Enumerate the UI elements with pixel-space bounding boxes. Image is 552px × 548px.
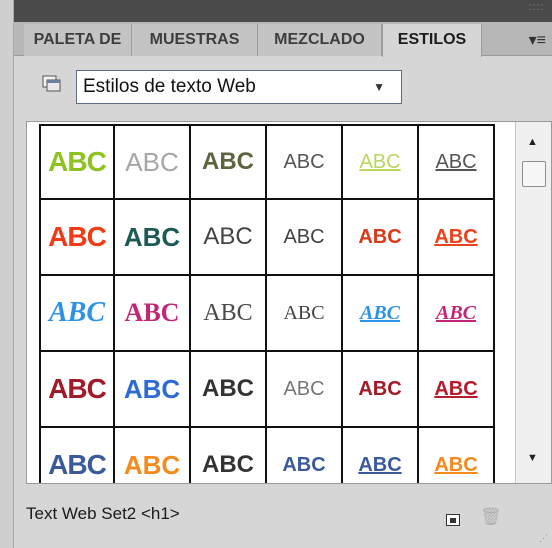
style-swatch[interactable]: ABC [343,428,419,483]
style-swatch-label: ABC [359,150,401,173]
style-swatch-label: ABC [123,449,181,480]
style-swatch-label: ABC [283,301,325,324]
style-swatch[interactable]: ABC [419,124,495,200]
style-swatch-label: ABC [48,146,107,177]
style-swatch-label: ABC [283,150,325,173]
tab-mezclado[interactable]: MEZCLADO [258,24,382,56]
style-swatch[interactable]: ABC [191,200,267,276]
style-swatch[interactable]: ABC [39,200,115,276]
scroll-down-arrow-icon[interactable]: ▼ [527,452,538,464]
style-swatch-label: ABC [48,373,107,404]
style-swatch-label: ABC [358,377,402,400]
style-swatch-label: ABC [435,301,477,324]
style-swatch[interactable]: ABC [191,276,267,352]
style-swatch[interactable]: ABC [191,428,267,483]
style-swatch[interactable]: ABC [267,428,343,483]
style-swatch-label: ABC [359,301,401,324]
tab-muestras[interactable]: MUESTRAS [132,24,258,56]
style-swatch-label: ABC [283,225,325,248]
style-swatch[interactable]: ABC [115,276,191,352]
style-swatch[interactable]: ABC [267,352,343,428]
style-swatch-label: ABC [435,150,477,173]
style-set-value: Estilos de texto Web [83,76,256,97]
panel-menu-icon[interactable]: ▾≡ [529,30,546,50]
style-swatch-label: ABC [358,225,402,248]
style-swatch-label: ABC [434,453,478,476]
style-swatch[interactable]: ABC [419,200,495,276]
style-swatch[interactable]: ABC [419,276,495,352]
style-swatch[interactable]: ABC [115,124,191,200]
style-swatch[interactable]: ABC [343,200,419,276]
style-swatch-label: ABC [48,221,107,252]
style-swatch[interactable]: ABC [39,276,115,352]
style-swatch-label: ABC [282,453,326,476]
style-swatch[interactable]: ABC [267,276,343,352]
style-swatch-label: ABC [124,298,180,327]
style-swatch-label: ABC [48,297,106,328]
style-swatch[interactable]: ABC [39,352,115,428]
resize-grip-icon[interactable]: ⋰ [539,533,548,544]
style-swatch-label: ABC [434,377,478,400]
drag-grip-icon[interactable]: :::: [529,2,544,13]
style-swatch[interactable]: ABC [419,428,495,483]
scroll-thumb[interactable] [522,161,546,187]
style-swatch-label: ABC [202,451,254,478]
chevron-down-icon: ▼ [373,80,385,94]
style-swatch[interactable]: ABC [115,352,191,428]
style-swatch-label: ABC [202,148,254,175]
scroll-up-arrow-icon[interactable]: ▲ [527,136,538,148]
tab-estilos[interactable]: ESTILOS [382,24,482,57]
style-swatch[interactable]: ABC [267,200,343,276]
left-dock-rail [0,0,14,548]
style-set-row: Estilos de texto Web ▼ [14,57,552,117]
new-style-icon[interactable] [446,514,460,526]
style-swatch-label: ABC [203,299,253,326]
style-swatch[interactable]: ABC [39,428,115,483]
style-swatch-label: ABC [123,373,181,404]
style-swatch[interactable]: ABC [191,124,267,200]
style-swatch[interactable]: ABC [343,124,419,200]
panel-footer: Text Web Set2 <h1> 🗑 ⋰ [14,484,552,548]
style-set-dropdown[interactable]: Estilos de texto Web ▼ [76,70,402,104]
style-swatch-label: ABC [202,375,254,402]
selected-style-label: Text Web Set2 <h1> [26,504,180,523]
style-swatch-label: ABC [123,221,181,252]
style-swatch[interactable]: ABC [115,428,191,483]
style-set-icon [42,75,61,92]
style-swatch[interactable]: ABC [267,124,343,200]
tab-paleta-de[interactable]: PALETA DE [24,24,132,56]
style-swatch[interactable]: ABC [419,352,495,428]
style-swatch[interactable]: ABC [343,352,419,428]
vertical-scrollbar[interactable]: ▲ ▼ [515,122,551,483]
styles-panel: PALETA DE MUESTRAS MEZCLADO ESTILOS ▾≡ E… [14,22,552,548]
style-swatch-label: ABC [48,449,107,480]
style-swatch-label: ABC [125,146,179,177]
application-top-bar: :::: [0,0,552,22]
style-swatch-label: ABC [283,377,325,400]
panel-tabstrip: PALETA DE MUESTRAS MEZCLADO ESTILOS ▾≡ [14,22,552,57]
style-swatch[interactable]: ABC [191,352,267,428]
style-swatch-label: ABC [358,453,402,476]
style-swatch-label: ABC [203,223,253,250]
style-swatch[interactable]: ABC [39,124,115,200]
style-swatch[interactable]: ABC [115,200,191,276]
style-swatch[interactable]: ABC [343,276,419,352]
trash-icon[interactable]: 🗑 [480,507,502,527]
style-swatch-label: ABC [434,225,478,248]
style-swatch-grid-area: ABC ABC ABC ABC ABC ABC ABC ABC ABC ABC ABC ABC ABC A… [26,121,552,484]
